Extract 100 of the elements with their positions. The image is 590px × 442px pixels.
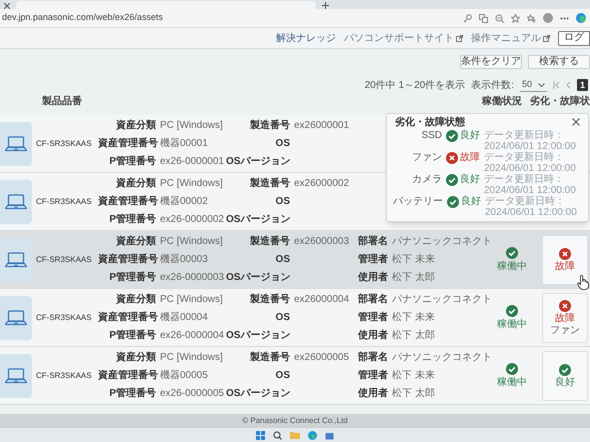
field-label: 部署名: [358, 292, 388, 307]
field-label: OSバージョン: [226, 213, 290, 227]
field-label: OSバージョン: [226, 329, 290, 343]
model-number: CF-SR3SKAAS: [36, 254, 93, 266]
field-value: 機器00004: [160, 310, 209, 325]
field-label: 部署名: [358, 234, 388, 249]
field-label: 製造番号: [249, 292, 290, 307]
field-value: PC [Windows]: [160, 351, 224, 365]
condition-status: 良好: [460, 175, 480, 185]
condition-status: 良好: [461, 197, 481, 207]
field-value: PC [Windows]: [160, 293, 224, 307]
search-icon[interactable]: [273, 430, 282, 440]
clear-button[interactable]: 条件をクリア: [460, 55, 522, 69]
chevron-down-icon: [538, 82, 545, 86]
per-page-label: 表示件数:: [471, 78, 514, 92]
zoom-icon[interactable]: [495, 14, 504, 22]
field-value: ex26-0000002: [160, 213, 225, 227]
field-value: ex26000002: [294, 177, 350, 191]
field-label: 使用者: [358, 328, 388, 343]
field-label: 資産管理番号: [98, 194, 156, 209]
model-number: CF-SR3SKAAS: [36, 312, 93, 324]
close-icon[interactable]: [4, 3, 10, 9]
field-value: パナソニックコネクト: [392, 351, 492, 365]
search-button[interactable]: 検索する: [528, 55, 590, 69]
field-label: 管理者: [358, 368, 388, 383]
field-value: 松下 未来: [392, 310, 436, 325]
condition-button[interactable]: 良好: [542, 350, 588, 400]
field-label: 部署名: [358, 350, 388, 365]
copyright: © Panasonic Connect Co.,Ltd: [242, 415, 348, 427]
field-label: OS: [274, 369, 290, 383]
field-label: OS: [274, 195, 290, 209]
field-label: OS: [274, 137, 290, 151]
field-label: OSバージョン: [226, 387, 290, 401]
login-button[interactable]: ログ: [558, 30, 590, 46]
browser-icon[interactable]: [308, 430, 317, 440]
assistant-logo-icon[interactable]: [576, 13, 586, 23]
page-button[interactable]: 1: [577, 79, 588, 91]
field-value: ex26-0000005: [160, 387, 225, 401]
field-label: OSバージョン: [226, 271, 290, 285]
store-icon[interactable]: [325, 430, 334, 440]
field-label: 資産管理番号: [98, 368, 156, 383]
update-time: データ更新日時：2024/06/01 12:00:00: [484, 152, 577, 174]
condition-button[interactable]: 故障 ファン: [542, 292, 588, 342]
update-time: データ更新日時：2024/06/01 12:00:00: [484, 174, 577, 196]
field-label: 管理者: [358, 310, 388, 325]
update-time: データ更新日時：2024/06/01 12:00:00: [485, 196, 578, 218]
field-label: P管理番号: [108, 154, 156, 169]
part-name: ファン: [411, 152, 442, 164]
field-label: 使用者: [358, 386, 388, 401]
laptop-icon: [5, 194, 27, 210]
more-icon[interactable]: [560, 16, 569, 20]
windows-logo-icon[interactable]: [256, 430, 265, 440]
field-label: 製造番号: [249, 176, 290, 191]
column-header: 劣化・故障状: [530, 94, 590, 109]
operation-status: 稼働中: [497, 262, 527, 272]
model-number: CF-SR3SKAAS: [36, 370, 93, 382]
per-page-select[interactable]: 50: [520, 78, 547, 92]
field-value: 機器00002: [160, 194, 209, 209]
field-value: 松下 太郎: [392, 270, 436, 285]
profile-avatar[interactable]: [543, 13, 553, 23]
field-value: パナソニックコネクト: [392, 293, 492, 307]
close-icon[interactable]: [572, 118, 580, 126]
previous-page-icon[interactable]: [566, 81, 571, 89]
condition-status: 故障: [460, 153, 480, 163]
popup-title: 劣化・故障状態: [395, 115, 465, 130]
header-link[interactable]: 解決ナレッジ: [276, 30, 336, 46]
field-label: 製造番号: [249, 234, 290, 249]
field-value: 機器00005: [160, 368, 209, 383]
column-header: 製品品番: [42, 94, 82, 109]
key-icon[interactable]: [463, 14, 472, 22]
operation-status: 稼働中: [497, 378, 527, 388]
field-label: P管理番号: [108, 386, 156, 401]
translate-icon[interactable]: [479, 14, 488, 22]
laptop-icon: [5, 136, 27, 152]
plus-icon[interactable]: [322, 2, 329, 9]
field-value: ex26-0000004: [160, 329, 225, 343]
field-value: 機器00001: [160, 136, 209, 151]
first-page-icon[interactable]: [553, 81, 560, 89]
model-number: CF-SR3SKAAS: [36, 196, 93, 208]
field-label: 資産管理番号: [98, 136, 156, 151]
part-name: バッテリー: [393, 196, 443, 208]
field-label: OSバージョン: [226, 155, 290, 169]
operation-status: 稼働中: [497, 320, 527, 330]
field-value: ex26000001: [294, 119, 350, 133]
favorites-icon[interactable]: [527, 14, 536, 22]
field-label: 製造番号: [249, 118, 290, 133]
field-label: OS: [274, 253, 290, 267]
field-label: P管理番号: [108, 328, 156, 343]
field-value: 松下 太郎: [392, 386, 436, 401]
field-label: 使用者: [358, 270, 388, 285]
field-value: PC [Windows]: [160, 177, 224, 191]
field-label: 資産分類: [115, 350, 156, 365]
field-value: PC [Windows]: [160, 119, 224, 133]
header-link[interactable]: パソコンサポートサイト: [344, 30, 463, 46]
laptop-icon: [5, 368, 27, 384]
field-value: 松下 未来: [392, 368, 436, 383]
field-label: 資産分類: [115, 118, 156, 133]
header-link[interactable]: 操作マニュアル: [471, 30, 550, 46]
star-icon[interactable]: [511, 14, 520, 22]
field-label: P管理番号: [108, 270, 156, 285]
